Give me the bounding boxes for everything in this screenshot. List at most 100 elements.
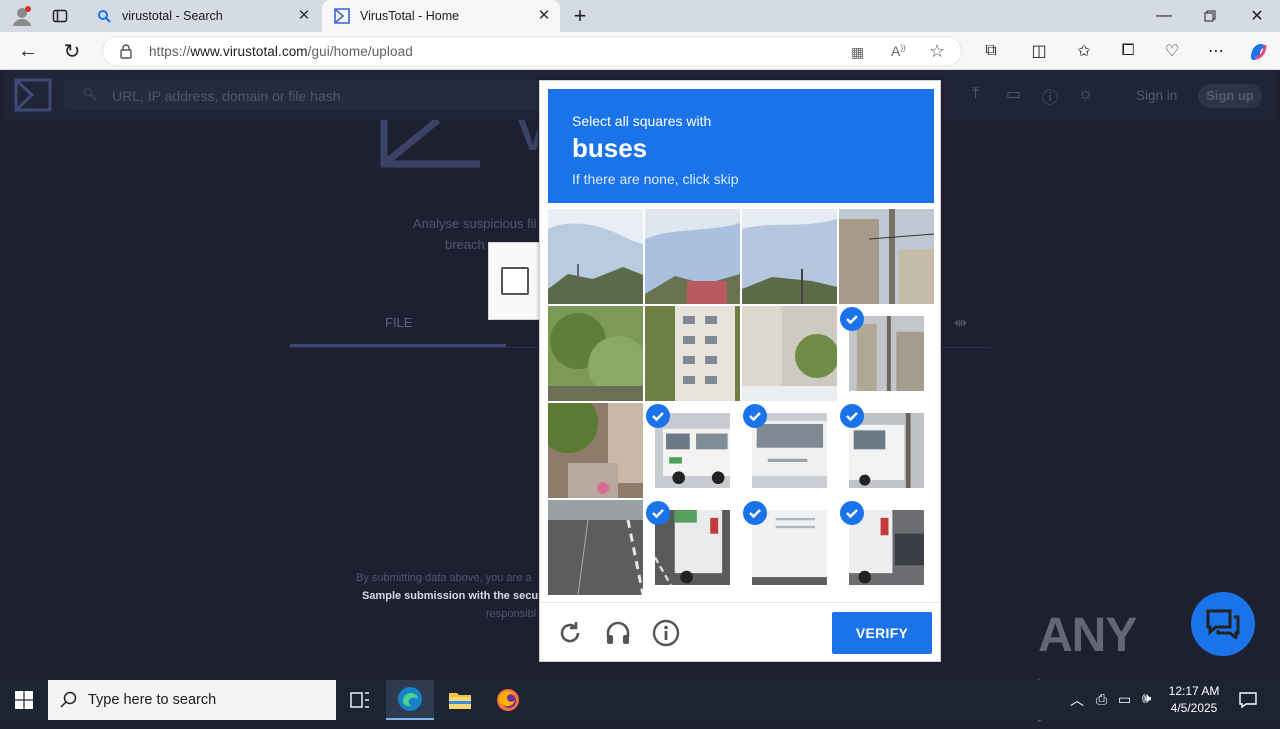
challenge-target: buses <box>572 133 648 163</box>
verify-button[interactable]: VERIFY <box>832 612 932 654</box>
check-icon <box>840 501 864 525</box>
clock-date: 4/5/2025 <box>1170 701 1218 715</box>
grid-tile[interactable] <box>839 209 934 304</box>
tab-virustotal-search[interactable]: virustotal - Search ✕ <box>84 0 320 32</box>
url-text[interactable]: https://www.virustotal.com/gui/home/uplo… <box>149 44 413 59</box>
analyse-text-2: breach <box>445 237 485 252</box>
close-tab-icon[interactable]: ✕ <box>296 8 312 24</box>
grid-tile[interactable] <box>548 306 643 401</box>
back-icon[interactable]: ← <box>14 37 42 65</box>
grid-tile[interactable] <box>742 209 837 304</box>
virustotal-hero-logo-icon: V <box>378 111 548 175</box>
challenge-instruction: Select all squares with <box>572 113 712 129</box>
favorites-icon[interactable]: ✩ <box>1070 37 1098 65</box>
network-icon[interactable]: ▭ <box>1118 691 1131 708</box>
task-view-icon[interactable] <box>336 680 384 720</box>
grid-tile[interactable] <box>548 500 643 595</box>
device-icon[interactable]: ⎙ <box>1096 691 1107 708</box>
grid-tile-selected[interactable] <box>645 403 740 498</box>
collections-icon[interactable]: ⧠ <box>1114 37 1142 65</box>
vt-search-box[interactable]: 🔍︎ URL, IP address, domain or file hash <box>64 80 564 110</box>
grid-tile-selected[interactable] <box>839 403 934 498</box>
vt-search-placeholder: URL, IP address, domain or file hash <box>112 88 341 104</box>
help-icon[interactable]: ⓘ <box>1042 84 1058 108</box>
upload-icon[interactable]: ⤒ <box>972 85 979 103</box>
file-explorer-icon[interactable] <box>436 680 484 720</box>
url-bar[interactable]: https://www.virustotal.com/gui/home/uplo… <box>102 36 962 66</box>
headphones-icon[interactable] <box>602 617 634 649</box>
taskbar-search-placeholder: Type here to search <box>88 692 217 708</box>
browser-tab-bar: virustotal - Search ✕ VirusTotal - Home … <box>0 0 1280 32</box>
virustotal-logo-icon[interactable] <box>14 78 52 117</box>
tab-virustotal-home[interactable]: VirusTotal - Home ✕ <box>322 0 560 32</box>
grid-tile-selected[interactable] <box>645 500 740 595</box>
taskbar-search-box[interactable]: Type here to search <box>48 680 336 720</box>
check-icon <box>646 501 670 525</box>
check-icon <box>840 404 864 428</box>
search-icon <box>60 691 78 714</box>
api-tab-icon[interactable]: ⇼ <box>954 313 967 333</box>
info-icon[interactable] <box>650 617 682 649</box>
tab-label: virustotal - Search <box>122 9 223 23</box>
check-icon <box>743 404 767 428</box>
split-screen-icon[interactable]: ◫ <box>1025 37 1053 65</box>
windows-taskbar: Type here to search ︿ ⎙ ▭ 🕪︎ 12:17 AM 4/… <box>0 680 1280 720</box>
tos-text-1: By submitting data above, you are a <box>356 572 532 584</box>
volume-icon[interactable]: 🕪︎ <box>1142 690 1151 707</box>
extensions-icon[interactable]: ⧉ <box>977 37 1005 65</box>
challenge-footer: VERIFY <box>540 602 940 662</box>
virustotal-icon <box>334 8 350 24</box>
search-icon: 🔍︎ <box>82 87 98 101</box>
app-available-icon[interactable]: ▦ <box>851 44 864 61</box>
grid-tile[interactable] <box>548 209 643 304</box>
recaptcha-checkbox[interactable] <box>501 267 529 295</box>
challenge-subtitle: If there are none, click skip <box>572 171 739 187</box>
reload-icon[interactable] <box>554 617 586 649</box>
grid-tile[interactable] <box>645 306 740 401</box>
check-icon <box>646 404 670 428</box>
browser-essentials-icon[interactable]: ♡ <box>1158 37 1186 65</box>
new-tab-button[interactable]: + <box>566 2 594 30</box>
grid-tile-selected[interactable] <box>839 306 934 401</box>
sign-up-button[interactable]: Sign up <box>1198 84 1262 108</box>
show-hidden-icons-icon[interactable]: ︿ <box>1070 690 1084 710</box>
tab-actions-icon[interactable] <box>46 2 74 30</box>
url-scheme: https:// <box>149 44 191 59</box>
lock-icon[interactable] <box>119 43 133 64</box>
notifications-icon[interactable] <box>1224 680 1272 720</box>
firefox-icon[interactable] <box>484 680 532 720</box>
copilot-icon[interactable] <box>1244 37 1272 65</box>
close-tab-icon[interactable]: ✕ <box>536 8 552 24</box>
check-icon <box>743 501 767 525</box>
minimize-button[interactable]: — <box>1150 2 1178 30</box>
clock-time: 12:17 AM <box>1168 684 1220 698</box>
refresh-icon[interactable]: ↻ <box>58 37 86 65</box>
close-window-button[interactable]: ✕ <box>1243 2 1271 30</box>
read-aloud-icon[interactable]: A)) <box>891 43 906 59</box>
analyse-text: Analyse suspicious fil <box>413 216 537 231</box>
grid-tile-selected[interactable] <box>839 500 934 595</box>
image-grid <box>548 209 934 595</box>
tab-file[interactable]: FILE <box>385 315 412 330</box>
windows-start-icon[interactable] <box>0 680 48 720</box>
grid-tile-selected[interactable] <box>742 403 837 498</box>
grid-tile-selected[interactable] <box>742 500 837 595</box>
notifications-icon[interactable]: ▭ <box>1006 84 1021 104</box>
sign-in-link[interactable]: Sign in <box>1136 88 1177 103</box>
restore-button[interactable] <box>1196 2 1224 30</box>
favorite-star-icon[interactable]: ☆ <box>929 41 945 62</box>
chat-bubble-icon[interactable] <box>1191 592 1255 656</box>
more-menu-icon[interactable]: ⋯ <box>1202 37 1230 65</box>
grid-tile[interactable] <box>742 306 837 401</box>
grid-tile[interactable] <box>548 403 643 498</box>
challenge-header: Select all squares with buses If there a… <box>548 89 934 203</box>
theme-toggle-icon[interactable]: ☼ <box>1077 83 1094 104</box>
profile-avatar[interactable] <box>8 2 36 30</box>
system-clock[interactable]: 12:17 AM 4/5/2025 <box>1166 683 1222 717</box>
check-icon <box>840 307 864 331</box>
recaptcha-challenge: Select all squares with buses If there a… <box>539 80 941 662</box>
recaptcha-checkbox-card <box>488 242 540 320</box>
grid-tile[interactable] <box>645 209 740 304</box>
edge-browser-icon[interactable] <box>386 680 434 720</box>
url-path: /gui/home/upload <box>307 44 413 59</box>
